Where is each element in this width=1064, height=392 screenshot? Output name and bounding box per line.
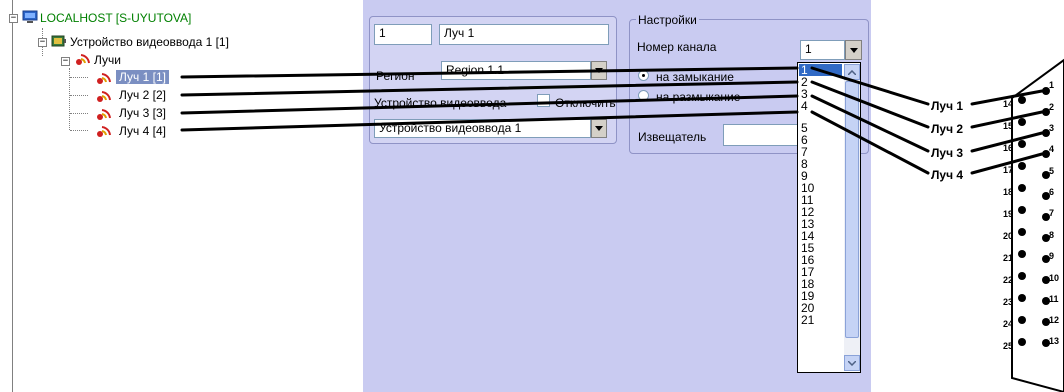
pin bbox=[1018, 338, 1026, 346]
pin-label: 23 bbox=[1003, 297, 1014, 307]
pin-label: 5 bbox=[1049, 166, 1055, 176]
chevron-down-icon bbox=[595, 68, 603, 73]
channel-label: Номер канала bbox=[637, 40, 717, 54]
pin-label: 25 bbox=[1003, 341, 1014, 351]
pin-label: 16 bbox=[1003, 143, 1014, 153]
dropdown-option[interactable]: 4 bbox=[801, 100, 841, 112]
on-open-label: на размыкание bbox=[656, 90, 741, 104]
connector-ray-label: Луч 2 bbox=[931, 122, 964, 136]
ray-icon bbox=[96, 124, 112, 138]
pin-label: 20 bbox=[1003, 231, 1014, 241]
video-device-icon bbox=[51, 34, 67, 48]
pin-label: 10 bbox=[1049, 273, 1060, 283]
region-label: Регион bbox=[376, 69, 415, 83]
pin-label: 8 bbox=[1049, 230, 1055, 240]
pin-label: 7 bbox=[1049, 208, 1055, 218]
chevron-up-icon bbox=[848, 69, 856, 75]
pin bbox=[1018, 140, 1026, 148]
pin-label: 19 bbox=[1003, 209, 1014, 219]
disable-checkbox[interactable] bbox=[537, 94, 550, 107]
pin-label: 24 bbox=[1003, 319, 1014, 329]
pin-label: 6 bbox=[1049, 187, 1055, 197]
chevron-down-icon bbox=[849, 47, 858, 53]
pin bbox=[1018, 228, 1026, 236]
collapse-toggle[interactable]: − bbox=[61, 57, 70, 66]
tree-line bbox=[70, 77, 88, 78]
pin-label: 21 bbox=[1003, 253, 1014, 263]
channel-select[interactable]: 1 bbox=[800, 40, 845, 60]
region-select[interactable]: Region 1.1 bbox=[441, 61, 591, 80]
ray-icon bbox=[96, 107, 112, 121]
ray-name-field[interactable]: Луч 1 bbox=[439, 24, 609, 45]
pin-label: 2 bbox=[1049, 102, 1055, 112]
pin-label: 1 bbox=[1049, 80, 1055, 90]
channel-dropdown-list[interactable]: 1 2 3 4 5 6 7 8 9 10 11 12 13 14 15 16 1… bbox=[797, 62, 861, 373]
dropdown-scrollbar[interactable] bbox=[844, 64, 860, 371]
tree-rays-label[interactable]: Лучи bbox=[94, 53, 121, 67]
tree-ray-item[interactable]: Луч 1 [1] bbox=[116, 70, 169, 84]
pin-label: 13 bbox=[1049, 336, 1060, 346]
pin-label: 17 bbox=[1003, 165, 1014, 175]
pin-label: 22 bbox=[1003, 275, 1014, 285]
on-open-radio[interactable] bbox=[638, 90, 649, 101]
pin-label: 15 bbox=[1003, 121, 1014, 131]
ray-folder-icon bbox=[75, 52, 91, 66]
video-device-dropdown-button[interactable] bbox=[591, 119, 607, 138]
tree-ray-item[interactable]: Луч 2 [2] bbox=[119, 88, 166, 102]
scroll-down-button[interactable] bbox=[844, 355, 860, 371]
video-device-label: Устройство видеоввода bbox=[374, 96, 507, 110]
chevron-down-icon bbox=[848, 360, 856, 366]
ray-id-field[interactable]: 1 bbox=[374, 24, 432, 45]
pin-label: 12 bbox=[1049, 315, 1060, 325]
ray-icon bbox=[96, 89, 112, 103]
radio-dot bbox=[642, 74, 645, 77]
pin bbox=[1018, 316, 1026, 324]
detector-field[interactable] bbox=[723, 124, 803, 146]
pin-label: 11 bbox=[1049, 294, 1059, 304]
scroll-up-button[interactable] bbox=[844, 64, 860, 80]
dropdown-option[interactable]: 21 bbox=[801, 314, 841, 326]
pin bbox=[1018, 118, 1026, 126]
connector-ray-label: Луч 1 bbox=[931, 99, 964, 113]
tree-ray-item[interactable]: Луч 4 [4] bbox=[119, 124, 166, 138]
chevron-down-icon bbox=[595, 126, 603, 131]
pin bbox=[1018, 184, 1026, 192]
tree-line bbox=[70, 130, 88, 131]
pin bbox=[1018, 162, 1026, 170]
disable-label: Отключить bbox=[555, 96, 616, 110]
pin-label: 3 bbox=[1049, 123, 1055, 133]
tree-line bbox=[70, 113, 88, 114]
scroll-thumb[interactable] bbox=[845, 81, 859, 338]
on-close-radio[interactable] bbox=[638, 70, 649, 81]
computer-icon bbox=[22, 10, 38, 24]
collapse-toggle[interactable]: − bbox=[38, 38, 47, 47]
collapse-toggle[interactable]: − bbox=[9, 14, 18, 23]
video-device-select[interactable]: Устройство видеоввода 1 bbox=[374, 119, 591, 138]
settings-group-title: Настройки bbox=[636, 13, 699, 27]
pin bbox=[1018, 294, 1026, 302]
tree-line bbox=[70, 95, 88, 96]
detector-label: Извещатель bbox=[638, 130, 707, 144]
connector-diagram bbox=[1011, 58, 1064, 392]
connector-ray-label: Луч 3 bbox=[931, 146, 964, 160]
pin bbox=[1018, 206, 1026, 214]
region-dropdown-button[interactable] bbox=[591, 61, 607, 80]
tree-root-label[interactable]: LOCALHOST [S-UYUTOVA] bbox=[40, 11, 191, 25]
tree-device-label[interactable]: Устройство видеоввода 1 [1] bbox=[70, 35, 229, 49]
device-tree: − LOCALHOST [S-UYUTOVA] − Устройство вид… bbox=[0, 0, 360, 392]
pin bbox=[1018, 272, 1026, 280]
pin-label: 4 bbox=[1049, 144, 1055, 154]
pin-label: 14 bbox=[1003, 99, 1014, 109]
pin bbox=[1018, 96, 1026, 104]
pin bbox=[1018, 250, 1026, 258]
connector-ray-label: Луч 4 bbox=[931, 168, 964, 182]
pin-label: 18 bbox=[1003, 187, 1014, 197]
tree-ray-item[interactable]: Луч 3 [3] bbox=[119, 106, 166, 120]
ray-icon bbox=[96, 71, 112, 85]
pin-label: 9 bbox=[1049, 251, 1055, 261]
on-close-label: на замыкание bbox=[656, 70, 734, 84]
